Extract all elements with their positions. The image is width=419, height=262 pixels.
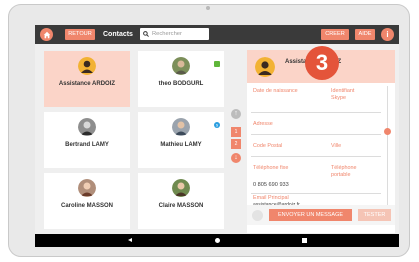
divider bbox=[251, 156, 381, 157]
detail-scrollbar-thumb[interactable] bbox=[384, 128, 391, 135]
contact-card[interactable]: s Mathieu LAMY bbox=[138, 112, 224, 168]
select-circle-icon[interactable] bbox=[252, 210, 263, 221]
contact-name: Bertrand LAMY bbox=[65, 142, 109, 148]
skype-label: Identifiant Skype bbox=[331, 88, 355, 101]
contact-card[interactable]: Caroline MASSON bbox=[44, 173, 130, 229]
page-button-1[interactable]: 1 bbox=[231, 127, 241, 137]
system-nav-bar bbox=[35, 234, 399, 247]
contact-name: Assistance ARDOIZ bbox=[58, 81, 116, 87]
step-number-badge: 3 bbox=[305, 46, 339, 80]
divider bbox=[251, 112, 381, 113]
info-button[interactable]: i bbox=[381, 28, 394, 41]
scroll-up-button[interactable]: ↑ bbox=[231, 109, 241, 119]
create-button[interactable]: CREER bbox=[321, 29, 349, 40]
send-message-button[interactable]: ENVOYER UN MESSAGE bbox=[269, 209, 352, 221]
postal-code-label: Code Postal bbox=[253, 143, 283, 149]
search-input[interactable] bbox=[152, 31, 210, 37]
page-title: Contacts bbox=[103, 31, 133, 38]
contact-name: Mathieu LAMY bbox=[160, 142, 202, 148]
contact-card[interactable]: theo BODGURL bbox=[138, 51, 224, 107]
contact-name: Caroline MASSON bbox=[60, 203, 113, 209]
landline-value: 0 805 690 933 bbox=[253, 182, 289, 188]
home-icon bbox=[43, 31, 50, 38]
skype-status-icon: s bbox=[214, 115, 220, 128]
nav-back-icon[interactable] bbox=[128, 238, 132, 242]
top-bar: RETOUR Contacts CREER AIDE i bbox=[35, 25, 399, 44]
online-status-icon bbox=[214, 54, 220, 67]
page-button-2[interactable]: 2 bbox=[231, 139, 241, 149]
landline-label: Téléphone fixe bbox=[253, 165, 289, 171]
home-button[interactable] bbox=[40, 28, 53, 41]
avatar bbox=[78, 118, 96, 136]
contact-card[interactable]: Claire MASSON bbox=[138, 173, 224, 229]
avatar bbox=[172, 57, 190, 75]
divider bbox=[251, 193, 381, 194]
test-button[interactable]: TESTER bbox=[358, 209, 391, 221]
contact-card[interactable]: Assistance ARDOIZ bbox=[44, 51, 130, 107]
back-button[interactable]: RETOUR bbox=[65, 29, 95, 40]
help-button[interactable]: AIDE bbox=[355, 29, 375, 40]
avatar bbox=[172, 118, 190, 136]
arrow-down-icon: ↓ bbox=[234, 154, 238, 161]
divider bbox=[251, 134, 381, 135]
city-label: Ville bbox=[331, 143, 342, 149]
search-icon bbox=[143, 31, 149, 37]
arrow-up-icon: ↑ bbox=[234, 110, 238, 117]
search-box[interactable] bbox=[140, 28, 210, 40]
nav-home-icon[interactable] bbox=[215, 238, 220, 243]
scroll-down-button[interactable]: ↓ bbox=[231, 153, 241, 163]
contact-name: theo BODGURL bbox=[158, 81, 204, 87]
contact-name: Claire MASSON bbox=[158, 203, 204, 209]
camera-dot bbox=[206, 6, 210, 10]
nav-recent-apps-icon[interactable] bbox=[302, 238, 307, 243]
mobile-label: Téléphone portable bbox=[331, 165, 357, 178]
address-label: Adresse bbox=[253, 121, 273, 127]
avatar bbox=[78, 57, 96, 75]
birthdate-label: Date de naissance bbox=[253, 88, 298, 94]
app-screen: RETOUR Contacts CREER AIDE i 3 Assistanc… bbox=[35, 25, 399, 247]
contact-card[interactable]: Bertrand LAMY bbox=[44, 112, 130, 168]
detail-footer: ENVOYER UN MESSAGE TESTER bbox=[247, 205, 395, 225]
avatar bbox=[172, 179, 190, 197]
detail-avatar bbox=[255, 57, 275, 77]
avatar bbox=[78, 179, 96, 197]
detail-scrollbar-track[interactable] bbox=[387, 86, 388, 222]
email-label: Email Principal bbox=[253, 195, 289, 201]
